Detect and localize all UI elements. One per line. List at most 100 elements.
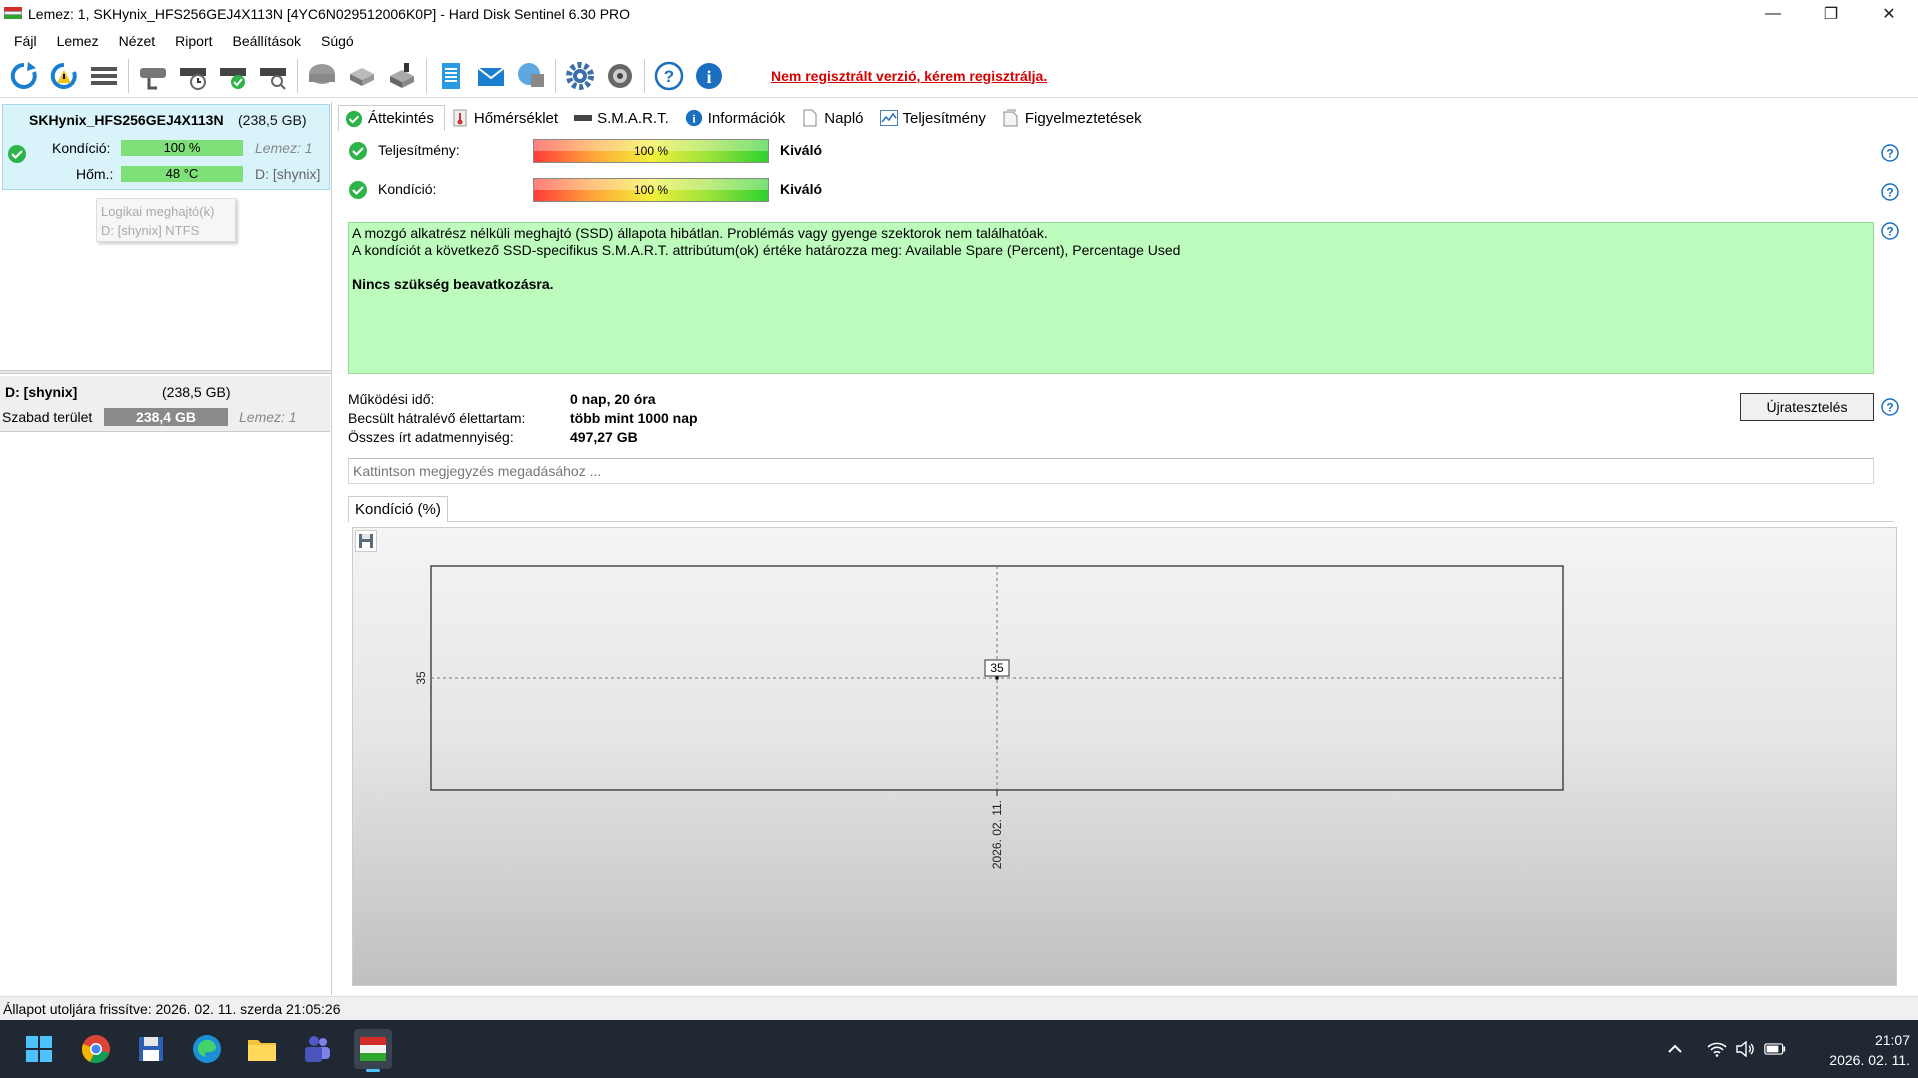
- check-circle-icon: [349, 181, 367, 199]
- restore-button[interactable]: ❐: [1802, 0, 1860, 28]
- wifi-icon[interactable]: [1706, 1038, 1728, 1060]
- help-icon[interactable]: ?: [1881, 183, 1899, 201]
- data-point: [995, 676, 999, 680]
- drive-icon: [574, 109, 593, 127]
- taskbar: 21:07 2026. 02. 11.: [0, 1020, 1918, 1078]
- refresh-icon[interactable]: [6, 58, 42, 94]
- volume-card[interactable]: D: [shynix] (238,5 GB) Szabad terület 23…: [0, 376, 330, 432]
- condition-rating: Kiváló: [780, 181, 823, 197]
- help-icon[interactable]: ?: [651, 58, 687, 94]
- data-label: 35: [990, 661, 1004, 675]
- drive-stack-icon[interactable]: [344, 58, 380, 94]
- menu-report[interactable]: Riport: [165, 33, 222, 49]
- written-label: Összes írt adatmennyiség:: [348, 429, 514, 445]
- tab-label: Figyelmeztetések: [1024, 109, 1142, 127]
- disk-schedule-icon[interactable]: [175, 58, 211, 94]
- tab-temperature[interactable]: Hőmérséklet: [445, 105, 568, 131]
- disk-card[interactable]: SKHynix_HFS256GEJ4X113N (238,5 GB) Kondí…: [2, 104, 330, 190]
- disk-search-icon[interactable]: [255, 58, 291, 94]
- hard-disk-sentinel-taskbar-icon[interactable]: [354, 1029, 392, 1072]
- tab-overview[interactable]: Áttekintés: [338, 105, 445, 131]
- check-circle-icon: [349, 142, 367, 160]
- disk-ref: Lemez: 1: [255, 140, 313, 156]
- save-icon[interactable]: [355, 530, 377, 552]
- web-report-icon[interactable]: [513, 58, 549, 94]
- clock-date: 2026. 02. 11.: [1829, 1052, 1910, 1068]
- condition-bar: 100 %: [533, 178, 769, 202]
- tab-condition-chart[interactable]: Kondíció (%): [348, 496, 448, 522]
- menu-file[interactable]: Fájl: [4, 33, 47, 49]
- status-message-box: A mozgó alkatrész nélküli meghajtó (SSD)…: [348, 222, 1874, 374]
- note-input[interactable]: Kattintson megjegyzés megadásához ...: [348, 458, 1874, 484]
- disk-ok-icon[interactable]: [215, 58, 251, 94]
- disk-list-panel: SKHynix_HFS256GEJ4X113N (238,5 GB) Kondí…: [0, 102, 332, 995]
- svg-text:?: ?: [1886, 225, 1893, 239]
- disk-test-icon[interactable]: [135, 58, 171, 94]
- chart-svg: 2026. 02. 11. 35 35: [414, 565, 1564, 869]
- svg-text:?: ?: [1886, 186, 1893, 200]
- performance-rating: Kiváló: [780, 142, 823, 158]
- svg-text:?: ?: [664, 67, 674, 86]
- tab-log[interactable]: Napló: [795, 105, 873, 131]
- alerts-icon: [1002, 109, 1020, 127]
- tooltip-line1: Logikai meghajtó(k): [101, 204, 215, 219]
- volume-size: (238,5 GB): [162, 384, 231, 400]
- tab-alerts[interactable]: Figyelmeztetések: [996, 105, 1152, 131]
- battery-icon[interactable]: [1764, 1038, 1786, 1060]
- check-circle-icon: [345, 110, 363, 128]
- chevron-up-icon[interactable]: [1664, 1038, 1686, 1060]
- condition-value: 100 %: [633, 183, 669, 197]
- help-icon[interactable]: ?: [1881, 144, 1899, 162]
- register-warning-link[interactable]: Nem regisztrált verzió, kérem regisztrál…: [771, 68, 1047, 84]
- toolbar-separator: [644, 58, 645, 93]
- sound-icon[interactable]: [602, 58, 638, 94]
- info-icon[interactable]: i: [691, 58, 727, 94]
- window-title: Lemez: 1, SKHynix_HFS256GEJ4X113N [4YC6N…: [28, 6, 631, 22]
- free-space-bar: 238,4 GB: [104, 408, 228, 426]
- menu-help[interactable]: Súgó: [311, 33, 364, 49]
- svg-text:?: ?: [1886, 147, 1893, 161]
- menu-bar: Fájl Lemez Nézet Riport Beállítások Súgó: [0, 28, 1918, 54]
- file-explorer-icon[interactable]: [245, 1032, 279, 1066]
- menu-settings[interactable]: Beállítások: [223, 33, 311, 49]
- tab-label: Információk: [707, 109, 786, 127]
- toolbar-separator: [297, 58, 298, 93]
- toolbar-separator: [555, 58, 556, 93]
- tooltip-line2: D: [shynix] NTFS: [101, 223, 200, 238]
- tab-bar: Áttekintés Hőmérséklet S.M.A.R.T. i Info…: [338, 104, 1152, 132]
- tab-label: Hőmérséklet: [473, 109, 559, 127]
- minimize-button[interactable]: —: [1744, 0, 1802, 28]
- tab-smart[interactable]: S.M.A.R.T.: [568, 105, 679, 131]
- chrome-icon[interactable]: [79, 1032, 113, 1066]
- drive-export-icon[interactable]: [384, 58, 420, 94]
- email-icon[interactable]: [473, 58, 509, 94]
- disk-list-icon[interactable]: [86, 58, 122, 94]
- windows-start-icon[interactable]: [22, 1032, 56, 1066]
- help-icon[interactable]: ?: [1881, 222, 1899, 240]
- tab-performance[interactable]: Teljesítmény: [874, 105, 996, 131]
- tab-label: Teljesítmény: [902, 109, 986, 127]
- gear-icon[interactable]: [562, 58, 598, 94]
- teams-icon[interactable]: [300, 1032, 334, 1066]
- performance-label: Teljesítmény:: [378, 142, 460, 158]
- drive-icon[interactable]: [304, 58, 340, 94]
- report-icon[interactable]: [433, 58, 469, 94]
- retest-button[interactable]: Újratesztelés: [1740, 393, 1874, 421]
- panel-splitter[interactable]: [0, 370, 332, 374]
- taskbar-clock[interactable]: 21:07 2026. 02. 11.: [1800, 1030, 1910, 1070]
- toolbar: ? i Nem regisztrált verzió, kérem regisz…: [0, 54, 1918, 98]
- lifetime-label: Becsült hátralévő élettartam:: [348, 410, 526, 426]
- toolbar-separator: [128, 58, 129, 93]
- edge-icon[interactable]: [190, 1032, 224, 1066]
- menu-disk[interactable]: Lemez: [47, 33, 109, 49]
- performance-bar: 100 %: [533, 139, 769, 163]
- refresh-warning-icon[interactable]: [46, 58, 82, 94]
- menu-view[interactable]: Nézet: [109, 33, 166, 49]
- disk-size: (238,5 GB): [238, 112, 307, 128]
- floppy-save-icon[interactable]: [134, 1032, 168, 1066]
- tab-information[interactable]: i Információk: [679, 105, 796, 131]
- help-icon[interactable]: ?: [1881, 398, 1899, 416]
- temperature-label: Hőm.:: [76, 166, 114, 182]
- close-button[interactable]: ✕: [1860, 0, 1918, 28]
- volume-icon[interactable]: [1734, 1038, 1756, 1060]
